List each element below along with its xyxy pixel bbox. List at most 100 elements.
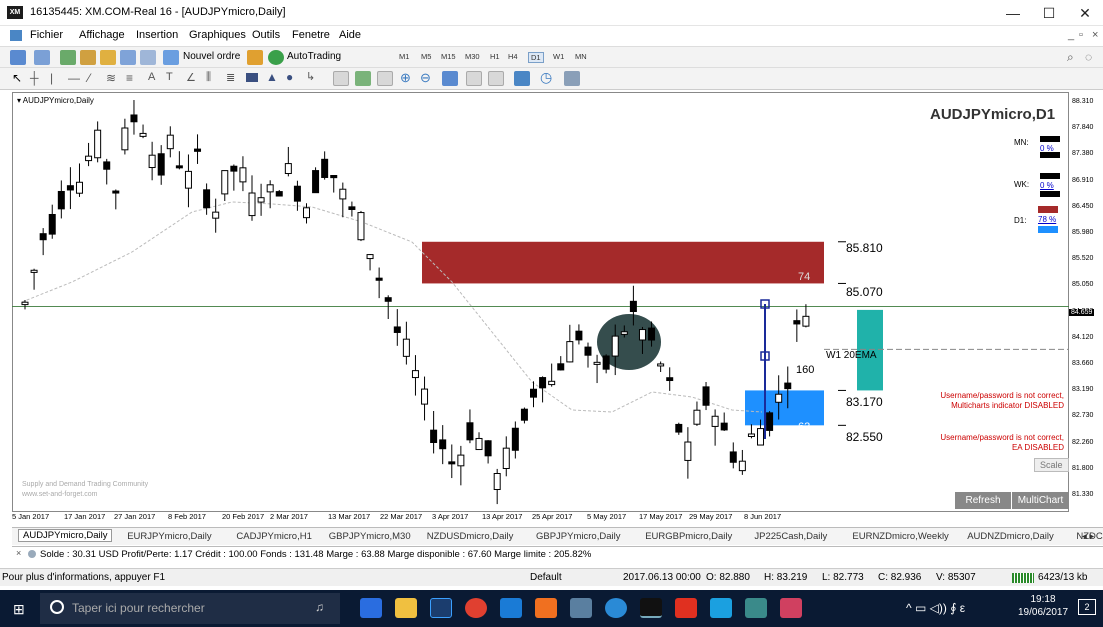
tf-h4[interactable]: H4 [508, 52, 518, 61]
terminal-close-icon[interactable]: × [16, 548, 21, 558]
new-chart-icon[interactable] [10, 50, 26, 65]
microphone-icon[interactable]: ♫ [315, 600, 324, 614]
new-order-icon[interactable] [163, 50, 179, 65]
terminal-icon[interactable] [120, 50, 136, 65]
chart-tab[interactable]: EURNZDmicro,Weekly [852, 531, 948, 542]
scale-button[interactable]: Scale [1034, 458, 1069, 472]
tf-m1[interactable]: M1 [399, 52, 409, 61]
tile-windows-icon[interactable] [442, 71, 458, 86]
multichart-button[interactable]: MultiChart [1012, 492, 1069, 509]
chart-tab[interactable]: EURJPYmicro,Daily [127, 531, 211, 542]
channel-icon[interactable]: ≡ [126, 71, 133, 85]
tf-m5[interactable]: M5 [421, 52, 431, 61]
trendline-icon[interactable]: ⁄ [88, 71, 90, 85]
chart-tab[interactable]: AUDJPYmicro,Daily [18, 529, 113, 542]
mdi-close-icon[interactable]: × [1092, 29, 1098, 41]
tray-icons[interactable]: ^ ▭ ◁)) ∮ ε [906, 601, 965, 615]
rectangle-icon[interactable] [246, 73, 258, 82]
text-icon[interactable]: A [148, 71, 155, 83]
candles-icon[interactable] [355, 71, 371, 86]
tf-m15[interactable]: M15 [441, 52, 456, 61]
candle-body [502, 447, 510, 470]
autotrading-button[interactable]: AutoTrading [287, 51, 341, 62]
menu-insertion[interactable]: Insertion [136, 29, 178, 41]
taskbar-skype-icon[interactable] [710, 598, 732, 618]
autoscroll-icon[interactable] [466, 71, 482, 86]
indicators-icon[interactable] [514, 71, 530, 86]
mdi-restore-icon[interactable]: ▫ [1079, 29, 1083, 41]
taskbar-photoshop-icon[interactable] [430, 598, 452, 618]
candle-body [448, 461, 456, 465]
maximize-button[interactable]: ☐ [1031, 0, 1067, 26]
angle-icon[interactable]: ∠ [186, 71, 196, 84]
fibo-icon[interactable]: ⫼ [206, 71, 211, 84]
menu-fichier[interactable]: Fichier [30, 29, 63, 41]
tester-icon[interactable] [140, 50, 156, 65]
menu-fenetre[interactable]: Fenetre [292, 29, 330, 41]
chart-tab[interactable]: GBPJPYmicro,M30 [329, 531, 411, 542]
vertical-line-icon[interactable]: | [50, 71, 53, 85]
market-watch-icon[interactable] [60, 50, 76, 65]
crosshair-icon[interactable]: ┼ [30, 71, 39, 85]
taskbar-app3-icon[interactable] [605, 598, 627, 618]
taskbar-search-box[interactable]: Taper ici pour rechercher ♫ [40, 593, 340, 624]
taskbar-ie-icon[interactable] [360, 598, 382, 618]
mdi-minimize-icon[interactable]: _ [1068, 29, 1074, 41]
tf-w1[interactable]: W1 [553, 52, 564, 61]
bar-chart-icon[interactable] [333, 71, 349, 86]
chart-tab[interactable]: EURGBPmicro,Daily [645, 531, 732, 542]
taskbar-edge-icon[interactable] [500, 598, 522, 618]
taskbar-mt4-icon[interactable] [640, 598, 662, 618]
menu-graphiques[interactable]: Graphiques [189, 29, 246, 41]
taskbar-chrome-icon[interactable] [465, 598, 487, 618]
taskbar-explorer-icon[interactable] [395, 598, 417, 618]
drawing-toolbar: ↖ ┼ | — ⁄ ≋ ≡ A T ∠ ⫼ ≣ ▲ ● ↳ ⊕ ⊖ ◷ [0, 68, 1103, 90]
data-window-icon[interactable] [80, 50, 96, 65]
ellipse-icon[interactable]: ● [286, 70, 293, 84]
taskbar-app5-icon[interactable] [745, 598, 767, 618]
tf-h1[interactable]: H1 [490, 52, 500, 61]
chart-shift-icon[interactable] [488, 71, 504, 86]
chart-tab[interactable]: NZDUSDmicro,Daily [427, 531, 514, 542]
refresh-button[interactable]: Refresh [955, 492, 1011, 509]
menu-aide[interactable]: Aide [339, 29, 361, 41]
triangle-icon[interactable]: ▲ [266, 70, 278, 84]
cursor-icon[interactable]: ↖ [12, 71, 22, 85]
templates-icon[interactable] [564, 71, 580, 86]
navigator-icon[interactable] [100, 50, 116, 65]
menu-outils[interactable]: Outils [252, 29, 280, 41]
minimize-button[interactable]: — [995, 0, 1031, 26]
tab-scroll-arrows-icon[interactable]: ◂ ▸ [1082, 531, 1094, 542]
candle-body [784, 382, 792, 390]
horizontal-line-icon[interactable]: — [68, 71, 80, 85]
taskbar-app6-icon[interactable] [780, 598, 802, 618]
taskbar-app1-icon[interactable] [535, 598, 557, 618]
chart-tab[interactable]: GBPJPYmicro,Daily [536, 531, 620, 542]
close-button[interactable]: ✕ [1067, 0, 1103, 26]
tf-mn[interactable]: MN [575, 52, 587, 61]
search-icon[interactable]: ⌕ [1067, 50, 1074, 65]
taskbar-app2-icon[interactable] [570, 598, 592, 618]
zoom-in-icon[interactable]: ⊕ [400, 70, 411, 86]
zoom-out-icon[interactable]: ⊖ [420, 70, 431, 86]
fibo-fan-icon[interactable]: ≣ [226, 71, 235, 84]
metaeditor-icon[interactable] [247, 50, 263, 65]
taskbar-app4-icon[interactable] [675, 598, 697, 618]
autotrading-icon[interactable] [268, 50, 284, 65]
notification-icon[interactable]: 2 [1078, 599, 1096, 615]
arrows-icon[interactable]: ↳ [306, 70, 315, 83]
line-chart-icon[interactable] [377, 71, 393, 86]
windows-start-icon[interactable]: ⊞ [13, 601, 25, 618]
profiles-icon[interactable] [34, 50, 50, 65]
tf-m30[interactable]: M30 [465, 52, 480, 61]
chart-tab[interactable]: JP225Cash,Daily [754, 531, 827, 542]
new-order-button[interactable]: Nouvel ordre [183, 51, 240, 62]
chart-tab[interactable]: CADJPYmicro,H1 [236, 531, 312, 542]
chat-icon[interactable]: ◌ [1085, 50, 1092, 64]
chart-tab[interactable]: AUDNZDmicro,Daily [967, 531, 1054, 542]
label-icon[interactable]: T [166, 71, 173, 83]
menu-affichage[interactable]: Affichage [79, 29, 125, 41]
periods-icon[interactable]: ◷ [540, 69, 552, 86]
gann-icon[interactable]: ≋ [106, 71, 116, 85]
tf-d1[interactable]: D1 [528, 52, 544, 63]
